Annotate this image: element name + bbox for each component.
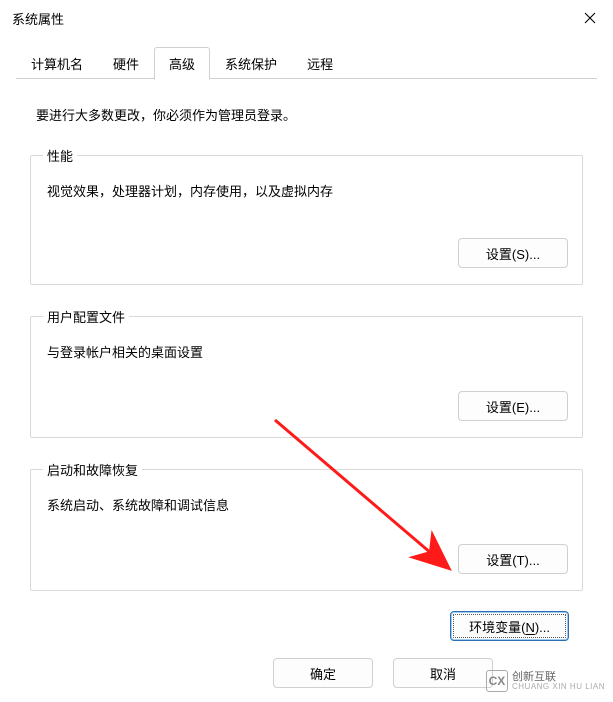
env-btn-suffix: )... bbox=[535, 620, 550, 635]
watermark-logo-icon: CX bbox=[486, 670, 508, 692]
ok-button[interactable]: 确定 bbox=[273, 658, 373, 688]
group-user-profiles: 用户配置文件 与登录帐户相关的桌面设置 设置(E)... bbox=[30, 307, 583, 438]
group-performance-legend: 性能 bbox=[43, 146, 77, 165]
tab-advanced[interactable]: 高级 bbox=[154, 47, 210, 80]
user-profiles-desc: 与登录帐户相关的桌面设置 bbox=[47, 342, 568, 361]
watermark: CX 创新互联 CHUANG XIN HU LIAN bbox=[486, 670, 605, 692]
close-button[interactable] bbox=[567, 0, 613, 36]
env-btn-prefix: 环境变量( bbox=[469, 620, 525, 635]
dialog-button-row: 确定 取消 bbox=[273, 658, 493, 688]
performance-settings-button[interactable]: 设置(S)... bbox=[458, 238, 568, 268]
group-user-profiles-legend: 用户配置文件 bbox=[43, 307, 129, 326]
close-icon bbox=[584, 12, 596, 24]
tab-strip: 计算机名 硬件 高级 系统保护 远程 bbox=[16, 46, 597, 79]
group-startup-recovery: 启动和故障恢复 系统启动、系统故障和调试信息 设置(T)... bbox=[30, 460, 583, 591]
watermark-text: 创新互联 CHUANG XIN HU LIAN bbox=[512, 672, 605, 691]
tab-computer-name[interactable]: 计算机名 bbox=[16, 47, 98, 80]
tab-hardware[interactable]: 硬件 bbox=[98, 47, 154, 80]
environment-variables-button[interactable]: 环境变量(N)... bbox=[450, 611, 569, 641]
watermark-py: CHUANG XIN HU LIAN bbox=[512, 683, 605, 691]
cancel-button[interactable]: 取消 bbox=[393, 658, 493, 688]
startup-recovery-settings-button[interactable]: 设置(T)... bbox=[458, 544, 568, 574]
performance-desc: 视觉效果，处理器计划，内存使用，以及虚拟内存 bbox=[47, 181, 568, 200]
dialog-content: 计算机名 硬件 高级 系统保护 远程 要进行大多数更改，你必须作为管理员登录。 … bbox=[0, 36, 613, 651]
advanced-panel: 要进行大多数更改，你必须作为管理员登录。 性能 视觉效果，处理器计划，内存使用，… bbox=[16, 79, 597, 651]
window-title: 系统属性 bbox=[12, 9, 64, 28]
user-profiles-settings-button[interactable]: 设置(E)... bbox=[458, 391, 568, 421]
title-bar: 系统属性 bbox=[0, 0, 613, 36]
group-performance: 性能 视觉效果，处理器计划，内存使用，以及虚拟内存 设置(S)... bbox=[30, 146, 583, 285]
tab-system-protection[interactable]: 系统保护 bbox=[210, 47, 292, 80]
tab-remote[interactable]: 远程 bbox=[292, 47, 348, 80]
watermark-cn: 创新互联 bbox=[512, 672, 605, 683]
startup-recovery-desc: 系统启动、系统故障和调试信息 bbox=[47, 495, 568, 514]
group-startup-recovery-legend: 启动和故障恢复 bbox=[43, 460, 142, 479]
admin-note: 要进行大多数更改，你必须作为管理员登录。 bbox=[36, 105, 583, 124]
env-btn-hotkey: N bbox=[525, 620, 534, 635]
env-row: 环境变量(N)... bbox=[30, 611, 583, 641]
